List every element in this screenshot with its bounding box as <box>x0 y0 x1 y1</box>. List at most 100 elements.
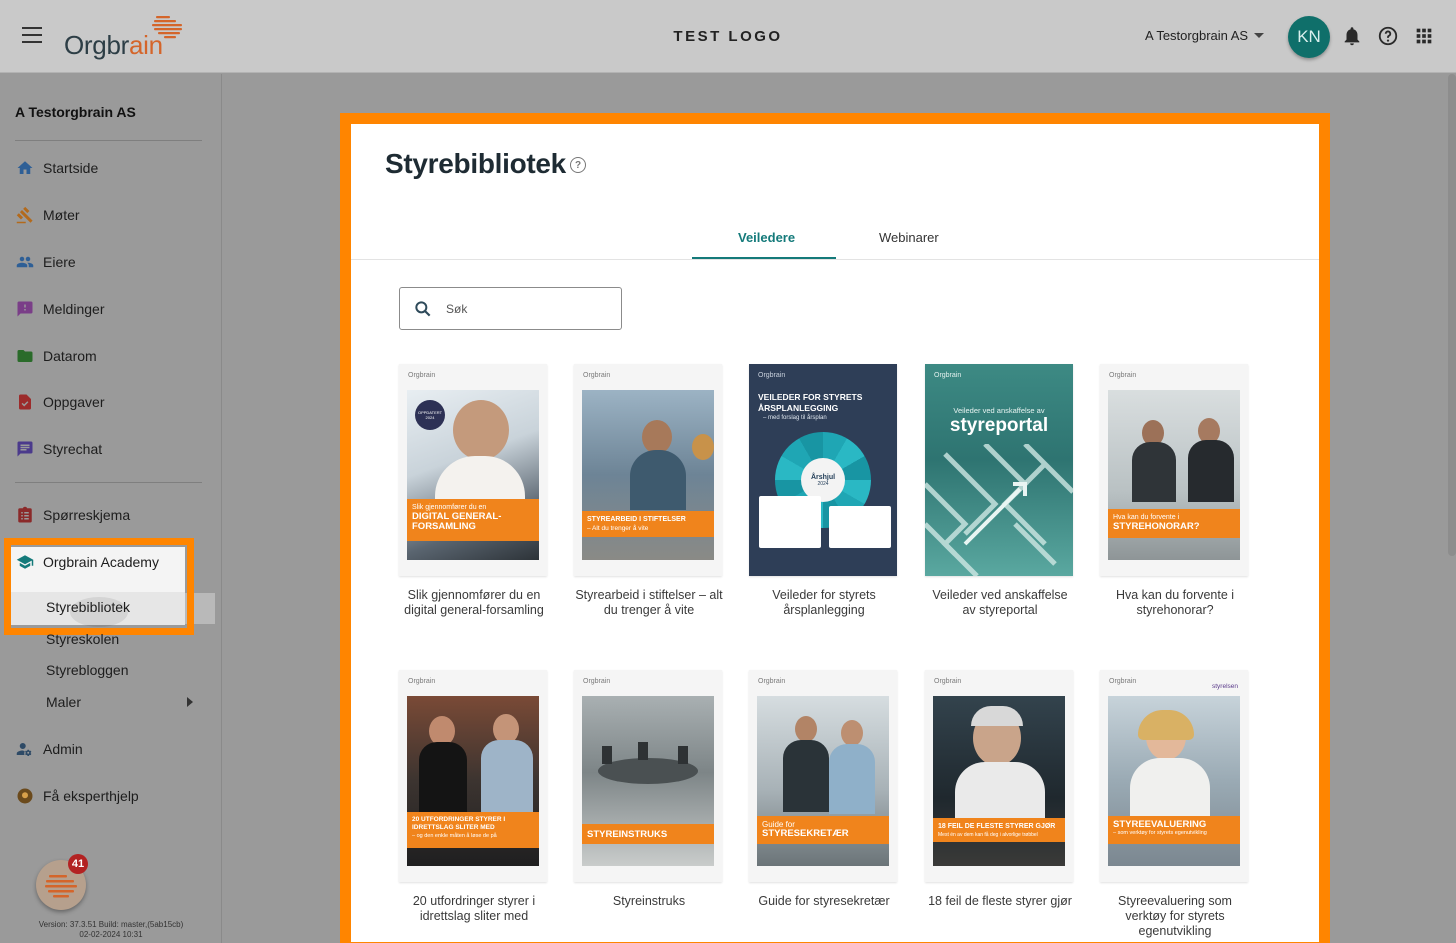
book-card[interactable]: Orgbrain 18 FEIL DE FLESTE STYRER GJØR M… <box>925 670 1073 909</box>
cover-brand: Orgbrain <box>1109 678 1137 685</box>
cover-brand: Orgbrain <box>583 678 611 685</box>
book-title[interactable]: 20 utfordringer styrer i idrettslag slit… <box>399 894 549 924</box>
search-input[interactable] <box>446 298 606 320</box>
cover-band: 18 FEIL DE FLESTE STYRER GJØR Mest én av… <box>933 818 1065 842</box>
clipboard-icon <box>15 505 35 525</box>
bell-icon[interactable] <box>1341 25 1363 47</box>
sidebar-item-moter[interactable]: Møter <box>15 203 80 227</box>
cover-screenshot <box>829 506 891 548</box>
maze-illustration <box>925 444 1073 576</box>
wheel-label: Årshjul <box>810 473 836 481</box>
chevron-down-icon <box>1254 33 1265 38</box>
chat-icon <box>15 439 35 459</box>
cover-band: STYREINSTRUKS <box>582 824 714 844</box>
cover-band: STYREEVALUERING – som verktøy for styret… <box>1108 816 1240 844</box>
book-title[interactable]: Hva kan du forvente i styrehonorar? <box>1100 588 1250 618</box>
book-cover[interactable]: Orgbrain 18 FEIL DE FLESTE STYRER GJØR M… <box>925 670 1073 882</box>
folder-icon <box>15 346 35 366</box>
cover-band: 20 UTFORDRINGER STYRER I IDRETTSLAG SLIT… <box>407 812 539 848</box>
company-name: A Testorgbrain AS <box>1145 28 1249 43</box>
sidebar-subitem-maler[interactable]: Maler <box>46 694 81 710</box>
sidebar-item-sporreskjema[interactable]: Spørreskjema <box>15 503 130 527</box>
sidebar-item-expert-help[interactable]: Få eksperthjelp <box>15 784 139 808</box>
book-card[interactable]: Orgbrain Guide for STYRESEKRETÆR Guide f… <box>749 670 897 909</box>
tab-veiledere[interactable]: Veiledere <box>738 230 795 245</box>
cover-brand: Orgbrain <box>934 678 962 685</box>
user-avatar[interactable]: KN <box>1288 16 1330 58</box>
sidebar-item-styrechat[interactable]: Styrechat <box>15 437 102 461</box>
sidebar-item-meldinger[interactable]: Meldinger <box>15 297 104 321</box>
help-icon[interactable] <box>1377 25 1399 47</box>
home-icon <box>15 158 35 178</box>
cover-brand: Orgbrain <box>408 372 436 379</box>
partner-logo: styrelsen <box>1211 683 1238 690</box>
highlight-box <box>4 538 194 635</box>
book-card[interactable]: Orgbrain STYREARBEID I STIFTELSER – Alt … <box>574 364 724 618</box>
sidebar-item-startside[interactable]: Startside <box>15 156 98 180</box>
book-card[interactable]: Orgbrain Hva kan du forvente i STYREHONO… <box>1100 364 1248 618</box>
cover-band: STYREARBEID I STIFTELSER – Alt du trenge… <box>582 511 714 537</box>
sidebar-subitem-styrebloggen[interactable]: Styrebloggen <box>46 662 129 678</box>
sidebar-org-name: A Testorgbrain AS <box>15 104 136 120</box>
book-cover[interactable]: Orgbrain STYREARBEID I STIFTELSER – Alt … <box>574 364 722 576</box>
book-card[interactable]: Orgbrain OPPDATERT 2024 Slik gjennomføre… <box>399 364 547 618</box>
book-title[interactable]: Slik gjennomfører du en digital general-… <box>399 588 549 618</box>
cover-brand: Orgbrain <box>758 678 786 685</box>
message-alert-icon <box>15 299 35 319</box>
cover-band: Hva kan du forvente i STYREHONORAR? <box>1108 509 1240 538</box>
notification-badge: 41 <box>68 854 88 874</box>
cover-subheading: – med forslag til årsplan <box>763 415 827 421</box>
apps-grid-icon[interactable] <box>1413 25 1435 47</box>
top-header: Orgbrain TEST LOGO A Testorgbrain AS KN <box>0 0 1456 73</box>
book-card[interactable]: Orgbrain STYREINSTRUKS Styreinstruks <box>574 670 722 909</box>
book-card[interactable]: Orgbrain Veileder ved anskaffelse av sty… <box>925 364 1073 618</box>
book-title[interactable]: Styreinstruks <box>574 894 724 909</box>
divider <box>15 140 202 141</box>
people-icon <box>15 252 35 272</box>
sidebar: A Testorgbrain AS Startside Møter Eiere … <box>0 74 222 943</box>
book-cover[interactable]: Orgbrain Hva kan du forvente i STYREHONO… <box>1100 364 1248 576</box>
sidebar-item-admin[interactable]: Admin <box>15 737 83 761</box>
book-cover[interactable]: Orgbrain OPPDATERT 2024 Slik gjennomføre… <box>399 364 547 576</box>
cover-brand: Orgbrain <box>408 678 436 685</box>
sidebar-item-eiere[interactable]: Eiere <box>15 250 76 274</box>
search-box[interactable] <box>399 287 622 330</box>
scrollbar-thumb[interactable] <box>1448 74 1456 556</box>
book-title[interactable]: 18 feil de fleste styrer gjør <box>925 894 1075 909</box>
version-info: Version: 37.3.51 Build: master,(5ab15cb)… <box>38 920 184 939</box>
expert-icon <box>15 786 35 806</box>
sidebar-item-oppgaver[interactable]: Oppgaver <box>15 390 104 414</box>
cover-heading: VEILEDER FOR STYRETS ÅRSPLANLEGGING <box>758 392 863 413</box>
sidebar-subitem-styreskolen[interactable]: Styreskolen <box>46 631 119 647</box>
cover-brand: Orgbrain <box>1109 372 1137 379</box>
cover-brand: Orgbrain <box>583 372 611 379</box>
book-cover[interactable]: Orgbrain Veileder ved anskaffelse av sty… <box>925 364 1073 576</box>
cover-badge: OPPDATERT 2024 <box>415 400 445 430</box>
book-card[interactable]: Orgbrain 20 UTFORDRINGER STYRER I IDRETT… <box>399 670 547 924</box>
company-selector[interactable]: A Testorgbrain AS <box>1145 28 1265 43</box>
divider <box>351 259 1319 260</box>
book-cover[interactable]: Orgbrain Guide for STYRESEKRETÆR <box>749 670 897 882</box>
book-cover[interactable]: Orgbrain STYREINSTRUKS <box>574 670 722 882</box>
tab-webinarer[interactable]: Webinarer <box>879 230 939 245</box>
gavel-icon <box>15 205 35 225</box>
book-cover[interactable]: Orgbrain styrelsen STYREEVALUERING – som… <box>1100 670 1248 882</box>
book-card[interactable]: Orgbrain styrelsen STYREEVALUERING – som… <box>1100 670 1248 939</box>
sidebar-item-datarom[interactable]: Datarom <box>15 344 97 368</box>
book-card[interactable]: Orgbrain VEILEDER FOR STYRETS ÅRSPLANLEG… <box>749 364 897 618</box>
cover-band: Guide for STYRESEKRETÆR <box>757 816 889 844</box>
book-cover[interactable]: Orgbrain VEILEDER FOR STYRETS ÅRSPLANLEG… <box>749 364 897 576</box>
book-title[interactable]: Veileder ved anskaffelse av styreportal <box>925 588 1075 618</box>
wheel-year: 2024 <box>817 480 829 487</box>
cover-big-text: styreportal <box>949 415 1049 436</box>
divider <box>15 482 202 483</box>
book-title[interactable]: Guide for styresekretær <box>749 894 899 909</box>
book-title[interactable]: Styreevaluering som verktøy for styrets … <box>1100 894 1250 939</box>
cover-brand: Orgbrain <box>934 372 962 379</box>
book-title[interactable]: Veileder for styrets årsplanlegging <box>749 588 899 618</box>
book-title[interactable]: Styrearbeid i stiftelser – alt du trenge… <box>574 588 724 618</box>
chevron-right-icon <box>187 697 193 707</box>
help-icon[interactable]: ? <box>570 157 586 173</box>
search-icon <box>415 301 431 317</box>
book-cover[interactable]: Orgbrain 20 UTFORDRINGER STYRER I IDRETT… <box>399 670 547 882</box>
